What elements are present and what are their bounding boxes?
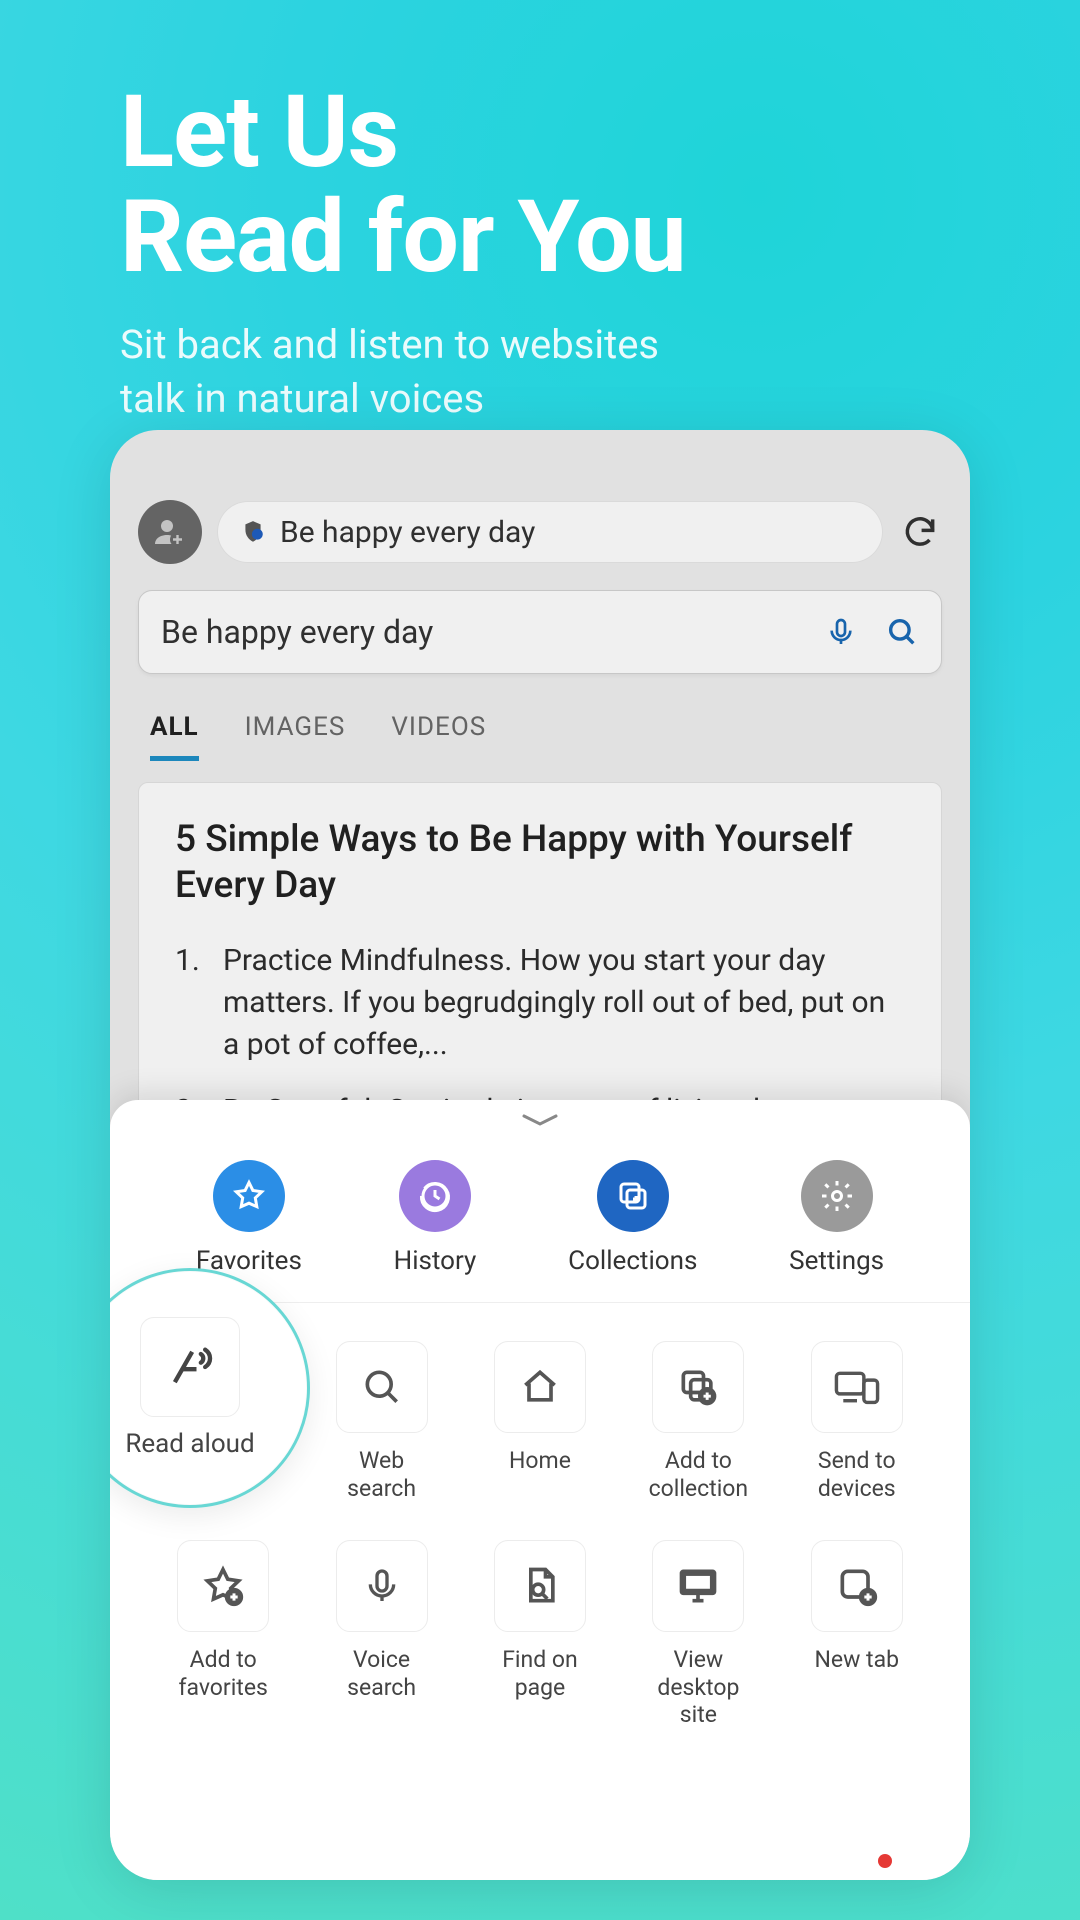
refresh-button[interactable] (898, 510, 942, 554)
menu-favorites[interactable]: Favorites (196, 1160, 302, 1276)
sheet-handle[interactable] (110, 1100, 970, 1130)
hero-subtitle-line2: talk in natural voices (120, 372, 686, 426)
read-aloud-icon (140, 1317, 240, 1417)
address-bar[interactable]: Be happy every day (218, 502, 882, 562)
history-icon (399, 1160, 471, 1232)
tool-web-search[interactable]: Web search (302, 1327, 460, 1526)
hero-title-line1: Let Us (120, 80, 686, 185)
find-on-page-icon (494, 1540, 586, 1632)
tool-home[interactable]: Home (461, 1327, 619, 1526)
lock-shield-icon (240, 519, 266, 545)
tool-desktop-site[interactable]: View desktop site (619, 1526, 777, 1753)
search-text: Be happy every day (161, 613, 825, 651)
search-icon (885, 615, 919, 649)
menu-history[interactable]: History (394, 1160, 477, 1276)
desktop-icon (652, 1540, 744, 1632)
refresh-icon (901, 513, 939, 551)
search-tabs: ALL IMAGES VIDEOS (150, 712, 486, 761)
search-box[interactable]: Be happy every day (138, 590, 942, 674)
add-collection-icon (652, 1341, 744, 1433)
send-devices-icon (811, 1341, 903, 1433)
add-favorite-icon (177, 1540, 269, 1632)
collections-icon (597, 1160, 669, 1232)
microphone-icon (825, 616, 857, 648)
tool-add-collection[interactable]: Add to collection (619, 1327, 777, 1526)
tab-all[interactable]: ALL (150, 712, 199, 761)
person-add-icon (152, 514, 188, 550)
tool-send-devices[interactable]: Send to devices (778, 1327, 936, 1526)
tool-add-favorites[interactable]: Add to favorites (144, 1526, 302, 1753)
menu-collections[interactable]: Collections (568, 1160, 697, 1276)
gear-icon (801, 1160, 873, 1232)
result-title: 5 Simple Ways to Be Happy with Yourself … (175, 817, 905, 910)
quick-row: Favorites History Collections Settings (110, 1130, 970, 1303)
browser-top-bar: Be happy every day (138, 495, 942, 569)
microphone-icon (336, 1540, 428, 1632)
tool-find-page[interactable]: Find on page (461, 1526, 619, 1753)
notification-dot (878, 1854, 892, 1868)
tool-new-tab[interactable]: New tab (778, 1526, 936, 1753)
tab-images[interactable]: IMAGES (245, 712, 346, 761)
chevron-down-icon (518, 1110, 562, 1130)
profile-avatar[interactable] (138, 500, 202, 564)
menu-settings[interactable]: Settings (789, 1160, 884, 1276)
hero-subtitle-line1: Sit back and listen to websites (120, 318, 686, 372)
highlight-label: Read aloud (125, 1429, 254, 1459)
address-text: Be happy every day (280, 515, 535, 550)
mic-button[interactable] (825, 616, 857, 648)
tab-videos[interactable]: VIDEOS (391, 712, 486, 761)
phone-frame: Be happy every day Be happy every day AL… (110, 430, 970, 1880)
new-tab-icon (811, 1540, 903, 1632)
home-icon (494, 1341, 586, 1433)
result-item-1: Practice Mindfulness. How you start your… (175, 940, 905, 1066)
search-button[interactable] (885, 615, 919, 649)
hero-block: Let Us Read for You Sit back and listen … (120, 80, 686, 426)
tool-voice-search[interactable]: Voice search (302, 1526, 460, 1753)
hero-title-line2: Read for You (120, 185, 686, 290)
star-icon (213, 1160, 285, 1232)
search-icon (336, 1341, 428, 1433)
